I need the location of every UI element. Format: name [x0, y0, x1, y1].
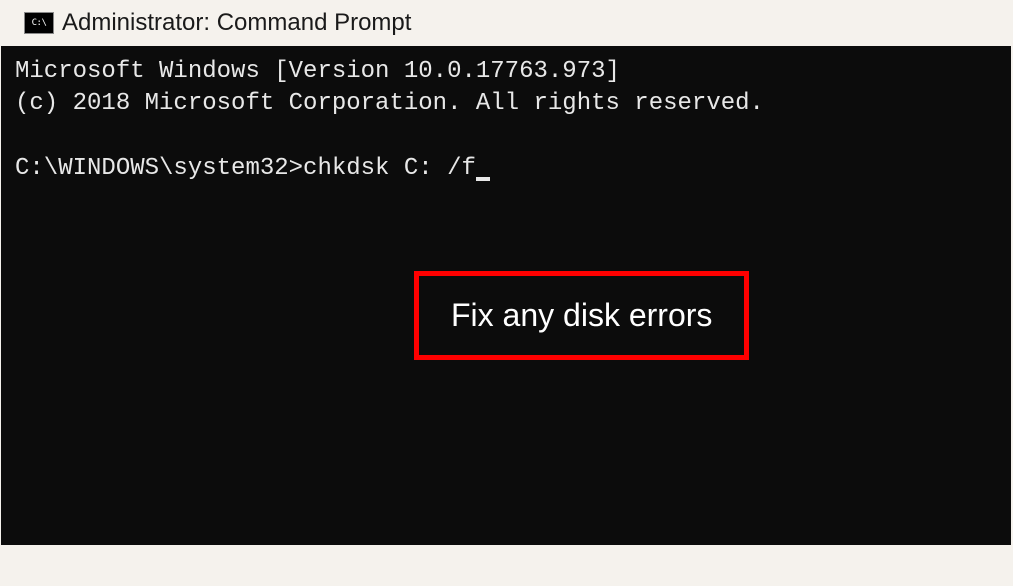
terminal-command[interactable]: chkdsk C: /f: [303, 155, 476, 182]
terminal-area[interactable]: Microsoft Windows [Version 10.0.17763.97…: [1, 46, 1011, 545]
terminal-cursor: [476, 177, 490, 181]
terminal-output-line: Microsoft Windows [Version 10.0.17763.97…: [15, 56, 997, 88]
window-titlebar[interactable]: C:\ Administrator: Command Prompt: [0, 0, 1013, 46]
cmd-icon: C:\: [24, 12, 54, 34]
bottom-margin: [0, 545, 1013, 586]
annotation-text: Fix any disk errors: [451, 297, 712, 333]
annotation-callout: Fix any disk errors: [414, 271, 749, 360]
terminal-prompt: C:\WINDOWS\system32>: [15, 155, 303, 182]
terminal-output-line: (c) 2018 Microsoft Corporation. All righ…: [15, 88, 997, 120]
window-title: Administrator: Command Prompt: [62, 9, 411, 37]
terminal-prompt-line: C:\WINDOWS\system32>chkdsk C: /f: [15, 153, 997, 185]
